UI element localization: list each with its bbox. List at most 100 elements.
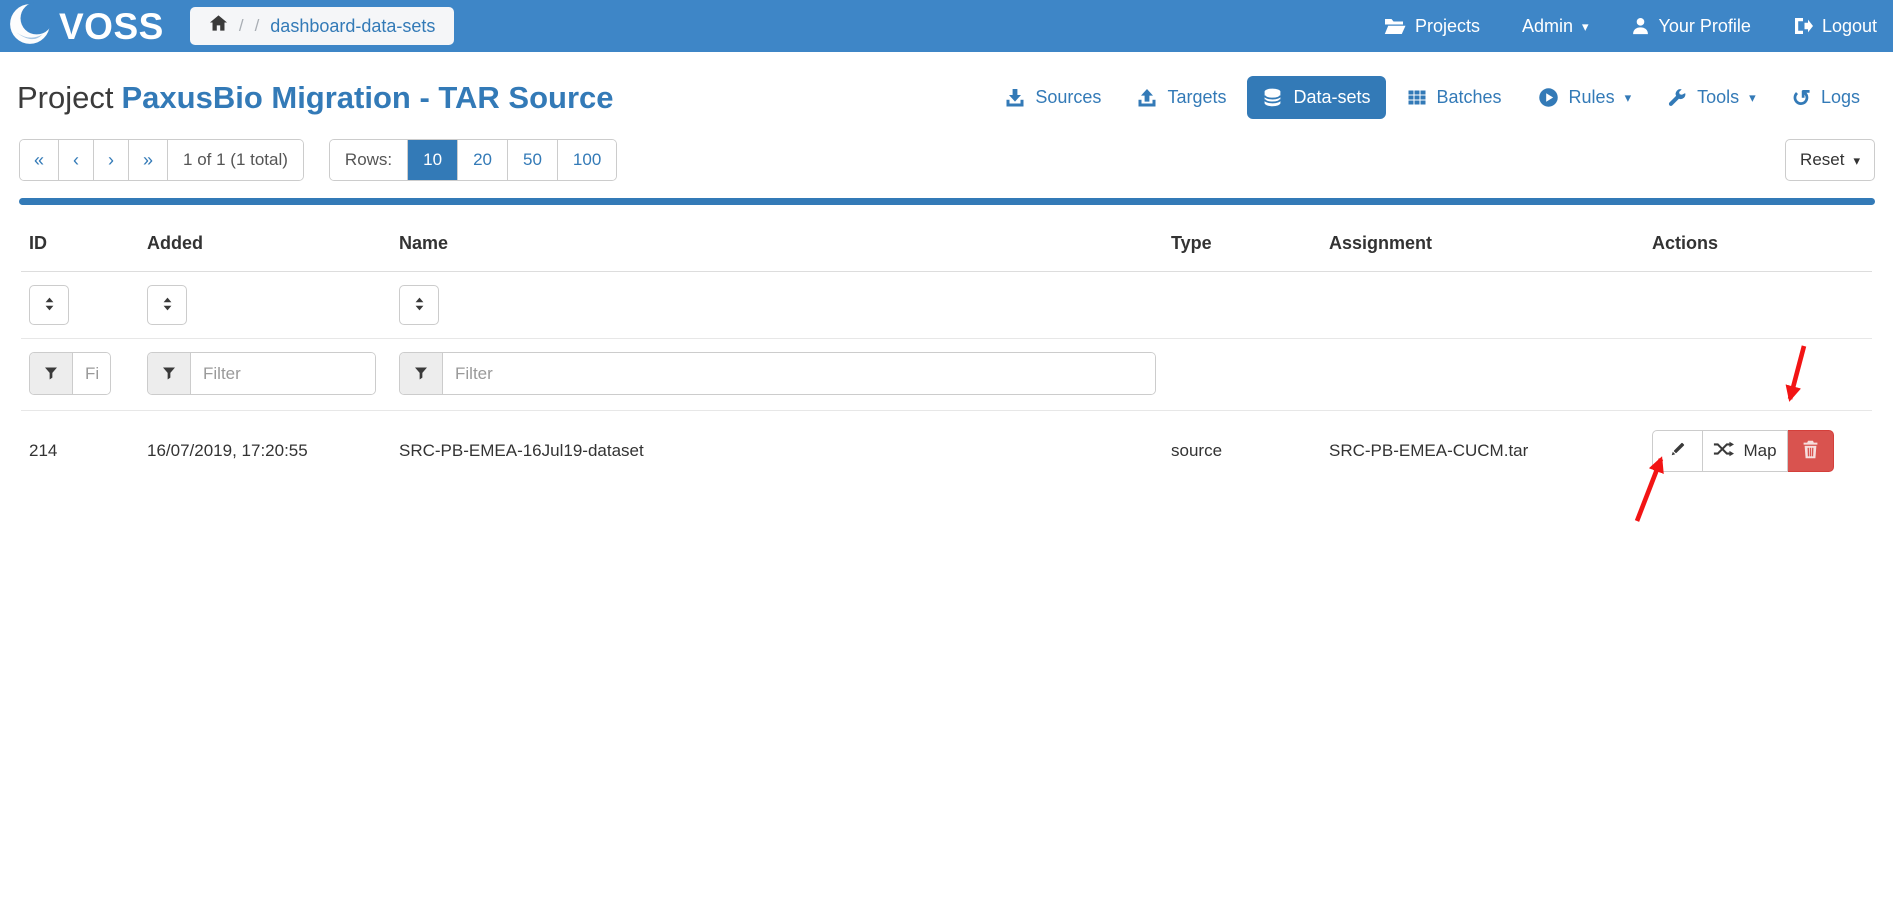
sort-icon xyxy=(41,295,58,316)
tab-targets[interactable]: Targets xyxy=(1122,76,1241,119)
table-grid-icon xyxy=(1407,88,1427,108)
nav-admin[interactable]: Admin ▾ xyxy=(1522,16,1589,37)
breadcrumb-separator: / xyxy=(255,16,260,36)
column-header-assignment: Assignment xyxy=(1321,211,1644,272)
tab-label: Logs xyxy=(1821,87,1860,108)
sort-name-button[interactable] xyxy=(399,285,439,325)
column-header-actions: Actions xyxy=(1644,211,1872,272)
id-filter-group xyxy=(29,352,111,395)
view-tabs: Sources Targets xyxy=(990,76,1875,119)
nav-logout[interactable]: Logout xyxy=(1793,16,1877,37)
sign-out-icon xyxy=(1793,16,1813,36)
sort-icon xyxy=(411,295,428,316)
sort-controls-row xyxy=(21,272,1872,339)
page-status: 1 of 1 (1 total) xyxy=(168,140,303,180)
cell-added: 16/07/2019, 17:20:55 xyxy=(139,411,391,492)
play-circle-icon xyxy=(1538,87,1559,108)
upload-icon xyxy=(1137,88,1157,108)
page-title-prefix: Project xyxy=(17,80,113,115)
cell-assignment: SRC-PB-EMEA-CUCM.tar xyxy=(1321,411,1644,492)
top-navbar: VOSS / / dashboard-data-sets Projects Ad… xyxy=(0,0,1893,52)
page-title: ProjectPaxusBio Migration - TAR Source xyxy=(17,80,614,116)
rows-per-page-group: Rows: 10 20 50 100 xyxy=(329,139,617,181)
row-actions: Map xyxy=(1652,430,1834,472)
delete-button[interactable] xyxy=(1788,430,1834,472)
data-sets-table: ID Added Name Type Assignment Actions xyxy=(21,211,1872,491)
user-icon xyxy=(1631,16,1650,36)
tab-data-sets[interactable]: Data-sets xyxy=(1247,76,1385,119)
added-filter-input[interactable] xyxy=(191,353,375,394)
tab-logs[interactable]: ↺ Logs xyxy=(1777,76,1875,119)
nav-projects[interactable]: Projects xyxy=(1384,16,1480,37)
nav-label: Projects xyxy=(1415,16,1480,37)
last-page-button[interactable]: » xyxy=(129,140,168,180)
nav-label: Logout xyxy=(1822,16,1877,37)
reset-button[interactable]: Reset ▾ xyxy=(1785,139,1875,181)
id-filter-input[interactable] xyxy=(73,353,110,394)
project-name: PaxusBio Migration - TAR Source xyxy=(121,80,613,115)
tab-tools[interactable]: Tools ▾ xyxy=(1652,76,1771,119)
name-filter-input[interactable] xyxy=(443,353,1155,394)
sort-added-button[interactable] xyxy=(147,285,187,325)
tab-label: Data-sets xyxy=(1293,87,1370,108)
table-row: 214 16/07/2019, 17:20:55 SRC-PB-EMEA-16J… xyxy=(21,411,1872,492)
pagination-group: « ‹ › » 1 of 1 (1 total) xyxy=(19,139,304,181)
database-icon xyxy=(1262,87,1283,108)
tab-batches[interactable]: Batches xyxy=(1392,76,1517,119)
tab-label: Sources xyxy=(1035,87,1101,108)
caret-down-icon: ▾ xyxy=(1749,91,1756,104)
wrench-icon xyxy=(1667,88,1687,108)
navbar-links: Projects Admin ▾ Your Profile Logout xyxy=(1384,16,1877,37)
sort-id-button[interactable] xyxy=(29,285,69,325)
history-icon: ↺ xyxy=(1792,91,1811,105)
tab-label: Rules xyxy=(1569,87,1615,108)
breadcrumb-separator: / xyxy=(239,16,244,36)
prev-page-button[interactable]: ‹ xyxy=(59,140,94,180)
nav-label: Your Profile xyxy=(1659,16,1751,37)
folder-open-icon xyxy=(1384,17,1406,36)
logo-text: VOSS xyxy=(59,8,164,45)
cell-name: SRC-PB-EMEA-16Jul19-dataset xyxy=(391,411,1163,492)
reset-label: Reset xyxy=(1800,150,1844,170)
trash-icon xyxy=(1802,440,1819,462)
caret-down-icon: ▾ xyxy=(1582,20,1589,33)
sort-icon xyxy=(159,295,176,316)
tab-rules[interactable]: Rules ▾ xyxy=(1523,76,1647,119)
breadcrumb-current[interactable]: dashboard-data-sets xyxy=(270,16,435,37)
funnel-icon[interactable] xyxy=(148,353,191,394)
caret-down-icon: ▾ xyxy=(1625,91,1632,104)
funnel-icon[interactable] xyxy=(30,353,73,394)
column-header-added[interactable]: Added xyxy=(139,211,391,272)
column-header-type: Type xyxy=(1163,211,1321,272)
shuffle-icon xyxy=(1713,441,1734,462)
next-page-button[interactable]: › xyxy=(94,140,129,180)
map-button[interactable]: Map xyxy=(1703,430,1788,472)
voss-logo[interactable]: VOSS xyxy=(8,0,164,53)
filter-controls-row xyxy=(21,339,1872,411)
rows-option-10[interactable]: 10 xyxy=(408,140,458,180)
column-header-id[interactable]: ID xyxy=(21,211,139,272)
cell-type: source xyxy=(1163,411,1321,492)
pencil-icon xyxy=(1668,440,1687,462)
edit-button[interactable] xyxy=(1652,430,1703,472)
nav-your-profile[interactable]: Your Profile xyxy=(1631,16,1751,37)
table-header-row: ID Added Name Type Assignment Actions xyxy=(21,211,1872,272)
column-header-name[interactable]: Name xyxy=(391,211,1163,272)
tab-label: Targets xyxy=(1167,87,1226,108)
tab-label: Batches xyxy=(1437,87,1502,108)
table-toolbar: « ‹ › » 1 of 1 (1 total) Rows: 10 20 50 … xyxy=(19,139,1875,181)
caret-down-icon: ▾ xyxy=(1853,154,1860,167)
name-filter-group xyxy=(399,352,1156,395)
breadcrumb: / / dashboard-data-sets xyxy=(190,7,455,45)
tab-sources[interactable]: Sources xyxy=(990,76,1116,119)
voss-crescent-icon xyxy=(8,0,56,53)
first-page-button[interactable]: « xyxy=(20,140,59,180)
added-filter-group xyxy=(147,352,376,395)
home-icon[interactable] xyxy=(209,14,228,38)
rows-option-50[interactable]: 50 xyxy=(508,140,558,180)
nav-label: Admin xyxy=(1522,16,1573,37)
rows-option-100[interactable]: 100 xyxy=(558,140,616,180)
rows-option-20[interactable]: 20 xyxy=(458,140,508,180)
funnel-icon[interactable] xyxy=(400,353,443,394)
page-header: ProjectPaxusBio Migration - TAR Source S… xyxy=(0,76,1893,119)
